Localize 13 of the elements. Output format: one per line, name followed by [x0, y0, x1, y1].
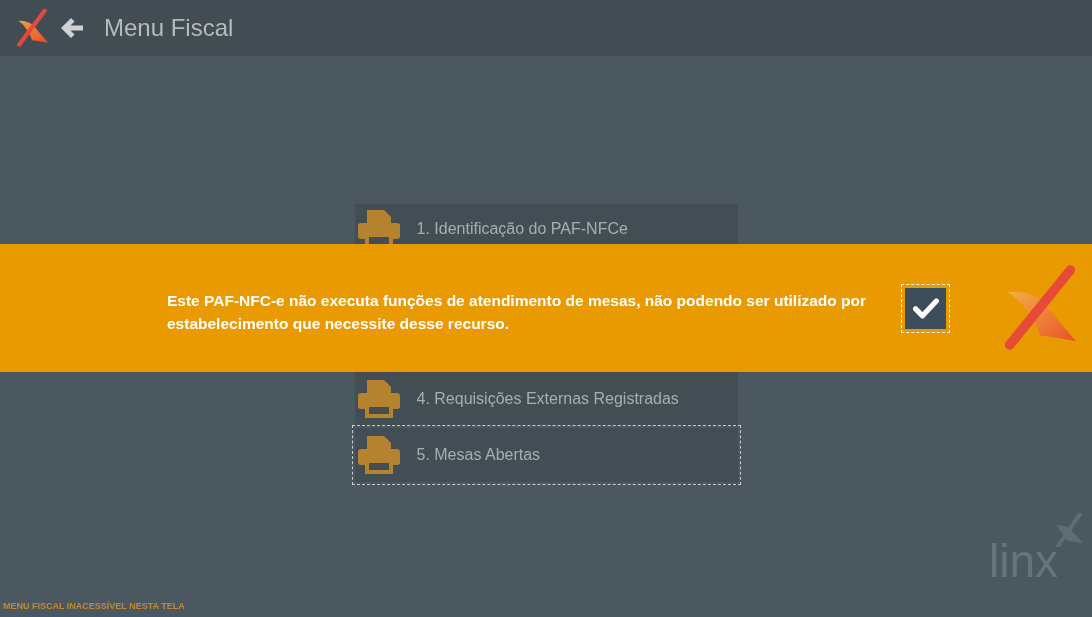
page-title: Menu Fiscal	[104, 14, 234, 42]
printer-icon	[357, 380, 400, 418]
menu-item[interactable]: 4. Requisições Externas Registradas	[354, 372, 738, 426]
menu-item[interactable]: 1. Identificação do PAF-NFCe	[354, 204, 738, 244]
logo-icon	[15, 9, 49, 47]
confirm-checkbox[interactable]	[901, 283, 950, 333]
logo-icon	[1002, 265, 1078, 351]
status-text: MENU FISCAL INACESSÍVEL NESTA TELA	[3, 601, 185, 611]
notice-message: Este PAF-NFC-e não executa funções de atendimento de mesas, não podendo ser utilizado por estabelecimento que necessite desse recurso.	[167, 291, 868, 334]
printer-icon	[357, 436, 400, 474]
checkmark-icon	[912, 297, 939, 319]
back-arrow-icon[interactable]	[60, 17, 84, 39]
menu-item[interactable]: 5. Mesas Abertas	[351, 425, 741, 485]
